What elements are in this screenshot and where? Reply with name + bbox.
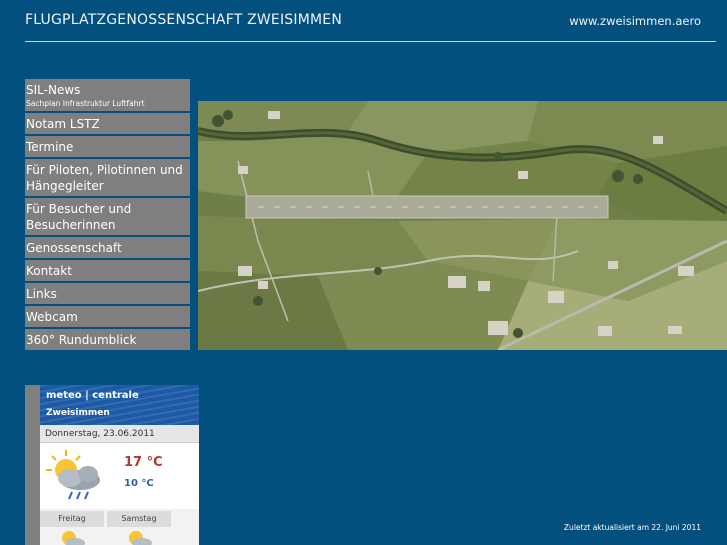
weather-header: meteo | centrale Zweisimmen: [40, 385, 199, 425]
site-title: FLUGPLATZGENOSSENSCHAFT ZWEISIMMEN: [25, 12, 343, 28]
weather-location: Zweisimmen: [46, 408, 110, 418]
nav-item-sil-news[interactable]: SIL-News Sachplan Infrastruktur Luftfahr…: [25, 79, 190, 113]
airfield-aerial-photo: [198, 101, 727, 350]
temperature-max: 17 °C: [124, 455, 163, 470]
cloud-sun-rain-icon: [46, 450, 100, 500]
nav-item-label: SIL-News: [26, 83, 81, 97]
forecast-day-name: Samstag: [107, 511, 171, 527]
forecast-day-name: Freitag: [40, 511, 104, 527]
last-updated: Zuletzt aktualisiert am 22. Juni 2011: [563, 523, 701, 532]
nav-item-besucher[interactable]: Für Besucher und Besucherinnen: [25, 198, 190, 237]
nav-item-sublabel: Sachplan Infrastruktur Luftfahrt: [26, 99, 145, 108]
forecast-day-saturday: Samstag: [107, 511, 171, 545]
nav-item-piloten[interactable]: Für Piloten, Pilotinnen und Hängegleiter: [25, 159, 190, 198]
cloud-sun-icon: [62, 531, 85, 545]
nav-item-webcam[interactable]: Webcam: [25, 306, 190, 329]
site-domain: www.zweisimmen.aero: [569, 14, 701, 28]
main-navigation: SIL-News Sachplan Infrastruktur Luftfahr…: [25, 79, 190, 352]
nav-item-kontakt[interactable]: Kontakt: [25, 260, 190, 283]
weather-brand: meteo | centrale: [46, 390, 139, 401]
temperature-min: 10 °C: [124, 478, 154, 489]
cloud-sun-icon: [129, 531, 152, 545]
nav-item-notam[interactable]: Notam LSTZ: [25, 113, 190, 136]
nav-item-genossenschaft[interactable]: Genossenschaft: [25, 237, 190, 260]
forecast-day-friday: Freitag: [40, 511, 104, 545]
nav-item-links[interactable]: Links: [25, 283, 190, 306]
weather-date: Donnerstag, 23.06.2011: [40, 425, 199, 443]
weather-widget[interactable]: meteo | centrale Zweisimmen Donnerstag, …: [25, 385, 199, 545]
nav-item-rundumblick[interactable]: 360° Rundumblick: [25, 329, 190, 352]
header-divider: [25, 41, 716, 42]
weather-today: 17 °C 10 °C: [40, 443, 199, 509]
nav-item-termine[interactable]: Termine: [25, 136, 190, 159]
